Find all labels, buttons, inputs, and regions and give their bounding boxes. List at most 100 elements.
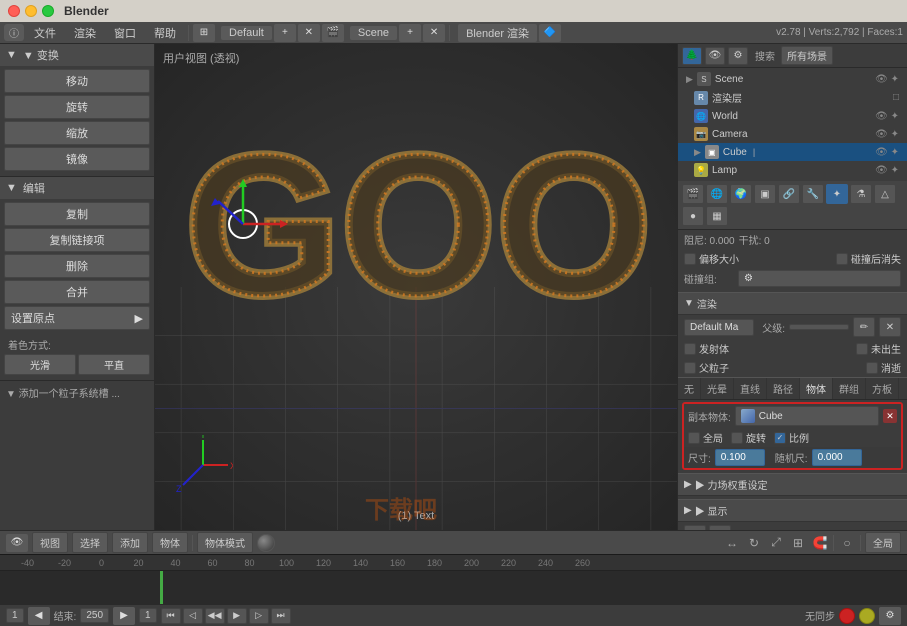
keyframe-type-btn[interactable]: ⚙ <box>879 607 901 625</box>
die-chk[interactable] <box>866 362 878 374</box>
plus-icon[interactable]: + <box>709 525 731 530</box>
scale-btn[interactable]: 缩放 <box>4 121 150 145</box>
mode-btn[interactable]: 物体模式 <box>197 532 253 553</box>
object-btn[interactable]: 物体 <box>152 532 188 553</box>
prev-frame-btn[interactable]: ◁ <box>183 608 203 624</box>
close-scene-btn[interactable]: ✕ <box>423 24 445 42</box>
set-origin-btn[interactable]: 设置原点 ▶ <box>4 306 150 330</box>
tab-halo[interactable]: 光晕 <box>701 378 734 399</box>
add-btn[interactable]: 添加 <box>112 532 148 553</box>
frame-end-btn[interactable]: 250 <box>80 608 109 623</box>
force-section[interactable]: ▶ ▶ 力场权重设定 <box>678 473 907 496</box>
collision-value[interactable]: ⚙ <box>738 270 901 287</box>
parent-clear-btn[interactable]: ✕ <box>879 317 901 337</box>
display-section[interactable]: ▶ ▶ 显示 <box>678 499 907 522</box>
world-props-btn[interactable]: 🌍 <box>730 184 752 204</box>
add-workspace-btn[interactable]: + <box>274 24 296 42</box>
snap-icon[interactable]: 🧲 <box>811 534 829 552</box>
menu-file[interactable]: 文件 <box>26 23 64 43</box>
keyframe-btn[interactable] <box>859 608 875 624</box>
viewport-sphere[interactable] <box>257 534 275 552</box>
scene-view-btn[interactable]: 👁 <box>705 47 725 65</box>
rotation-chk[interactable] <box>731 432 743 444</box>
parent-value[interactable] <box>789 324 849 330</box>
size-field[interactable]: 0.100 <box>715 449 765 466</box>
go-start-btn[interactable]: ⏮ <box>161 608 181 624</box>
emit-checkbox[interactable] <box>684 253 696 265</box>
not-born-chk[interactable] <box>856 343 868 355</box>
join-btn[interactable]: 合并 <box>4 280 150 304</box>
scene-tree-btn[interactable]: 🌲 <box>682 47 702 65</box>
transform-icon[interactable]: ⊞ <box>789 534 807 552</box>
tl-left-icon[interactable]: ◀ <box>28 607 50 625</box>
scene-item-renderlayer[interactable]: R 渲染层 □ <box>678 88 907 107</box>
modifier-props-btn[interactable]: 🔧 <box>802 184 824 204</box>
menu-help[interactable]: 帮助 <box>146 23 184 43</box>
view-btn[interactable]: 视图 <box>32 532 68 553</box>
child-chk[interactable] <box>684 362 696 374</box>
global-chk[interactable] <box>688 432 700 444</box>
tab-group[interactable]: 群组 <box>833 378 866 399</box>
rotate-btn[interactable]: 旋转 <box>4 95 150 119</box>
shade-flat-btn[interactable]: 平直 <box>78 354 150 375</box>
shade-smooth-btn[interactable]: 光滑 <box>4 354 76 375</box>
scene-item-root[interactable]: ▶ S Scene 👁 ✦ <box>678 70 907 88</box>
render-engine[interactable]: Blender 渲染 <box>458 24 537 42</box>
next-frame-btn[interactable]: ▷ <box>249 608 269 624</box>
go-end-btn[interactable]: ⏭ <box>271 608 291 624</box>
all-scenes[interactable]: 所有场景 <box>781 46 833 65</box>
render-props-btn[interactable]: 🎬 <box>682 184 704 204</box>
parent-edit-btn[interactable]: ✏ <box>853 317 875 337</box>
timeline-track[interactable] <box>0 571 907 604</box>
select-btn[interactable]: 选择 <box>72 532 108 553</box>
view-icon-btn[interactable]: 👁 <box>6 534 28 552</box>
tab-line[interactable]: 直线 <box>734 378 767 399</box>
delete-btn[interactable]: 删除 <box>4 254 150 278</box>
record-btn[interactable] <box>839 608 855 624</box>
tl-right-icon[interactable]: ▶ <box>113 607 135 625</box>
minimize-button[interactable] <box>25 5 37 17</box>
scene-item-camera[interactable]: 📷 Camera 👁 ✦ <box>678 125 907 143</box>
maximize-button[interactable] <box>42 5 54 17</box>
emit-chk[interactable] <box>684 343 696 355</box>
layout-icon[interactable]: ⊞ <box>193 24 215 42</box>
duplicate-linked-btn[interactable]: 复制链接项 <box>4 228 150 252</box>
info-icon[interactable]: ⓘ <box>4 24 24 41</box>
data-props-btn[interactable]: △ <box>874 184 896 204</box>
playhead[interactable] <box>160 571 163 604</box>
move-btn[interactable]: 移动 <box>4 69 150 93</box>
scene-filter-btn[interactable]: ⚙ <box>728 47 748 65</box>
play-reverse-btn[interactable]: ◀◀ <box>205 608 225 624</box>
scene-icon[interactable]: 🎬 <box>322 24 344 42</box>
fullscreen-btn[interactable]: 全局 <box>865 532 901 553</box>
particle-props-btn[interactable]: ✦ <box>826 184 848 204</box>
collide-die-checkbox[interactable] <box>836 253 848 265</box>
texture-props-btn[interactable]: ▦ <box>706 206 728 226</box>
tab-none[interactable]: 无 <box>678 378 701 399</box>
menu-window[interactable]: 窗口 <box>106 23 144 43</box>
add-scene-btn[interactable]: + <box>399 24 421 42</box>
constraint-props-btn[interactable]: 🔗 <box>778 184 800 204</box>
workspace-selector[interactable]: Default <box>221 26 272 40</box>
frame-start-btn[interactable]: 1 <box>6 608 24 623</box>
sub-obj-clear-btn[interactable]: ✕ <box>883 409 897 423</box>
render-section[interactable]: ▼ 渲染 <box>678 292 907 315</box>
mirror-btn[interactable]: 镜像 <box>4 147 150 171</box>
close-button[interactable] <box>8 5 20 17</box>
sub-obj-field[interactable]: Cube <box>735 406 879 426</box>
proportional-icon[interactable]: ○ <box>838 534 856 552</box>
tab-path[interactable]: 路径 <box>767 378 800 399</box>
viewport[interactable]: 用户视图 (透视) <box>155 44 677 530</box>
add-particle-section[interactable]: ▼ 添加一个粒子系统槽 ... <box>0 381 154 404</box>
scene-selector[interactable]: Scene <box>350 26 397 40</box>
rotate-icon[interactable]: ↻ <box>745 534 763 552</box>
scene-item-world[interactable]: 🌐 World 👁 ✦ <box>678 107 907 125</box>
duplicate-btn[interactable]: 复制 <box>4 202 150 226</box>
edit-header[interactable]: ▼ 编辑 <box>0 177 154 199</box>
material-props-btn[interactable]: ● <box>682 206 704 226</box>
play-icon[interactable]: ▶ <box>684 525 706 530</box>
transform-header[interactable]: ▼ ▼ 变换 <box>0 44 154 66</box>
menu-render[interactable]: 渲染 <box>66 23 104 43</box>
scene-props-btn[interactable]: 🌐 <box>706 184 728 204</box>
scale-icon[interactable]: ⤢ <box>767 534 785 552</box>
